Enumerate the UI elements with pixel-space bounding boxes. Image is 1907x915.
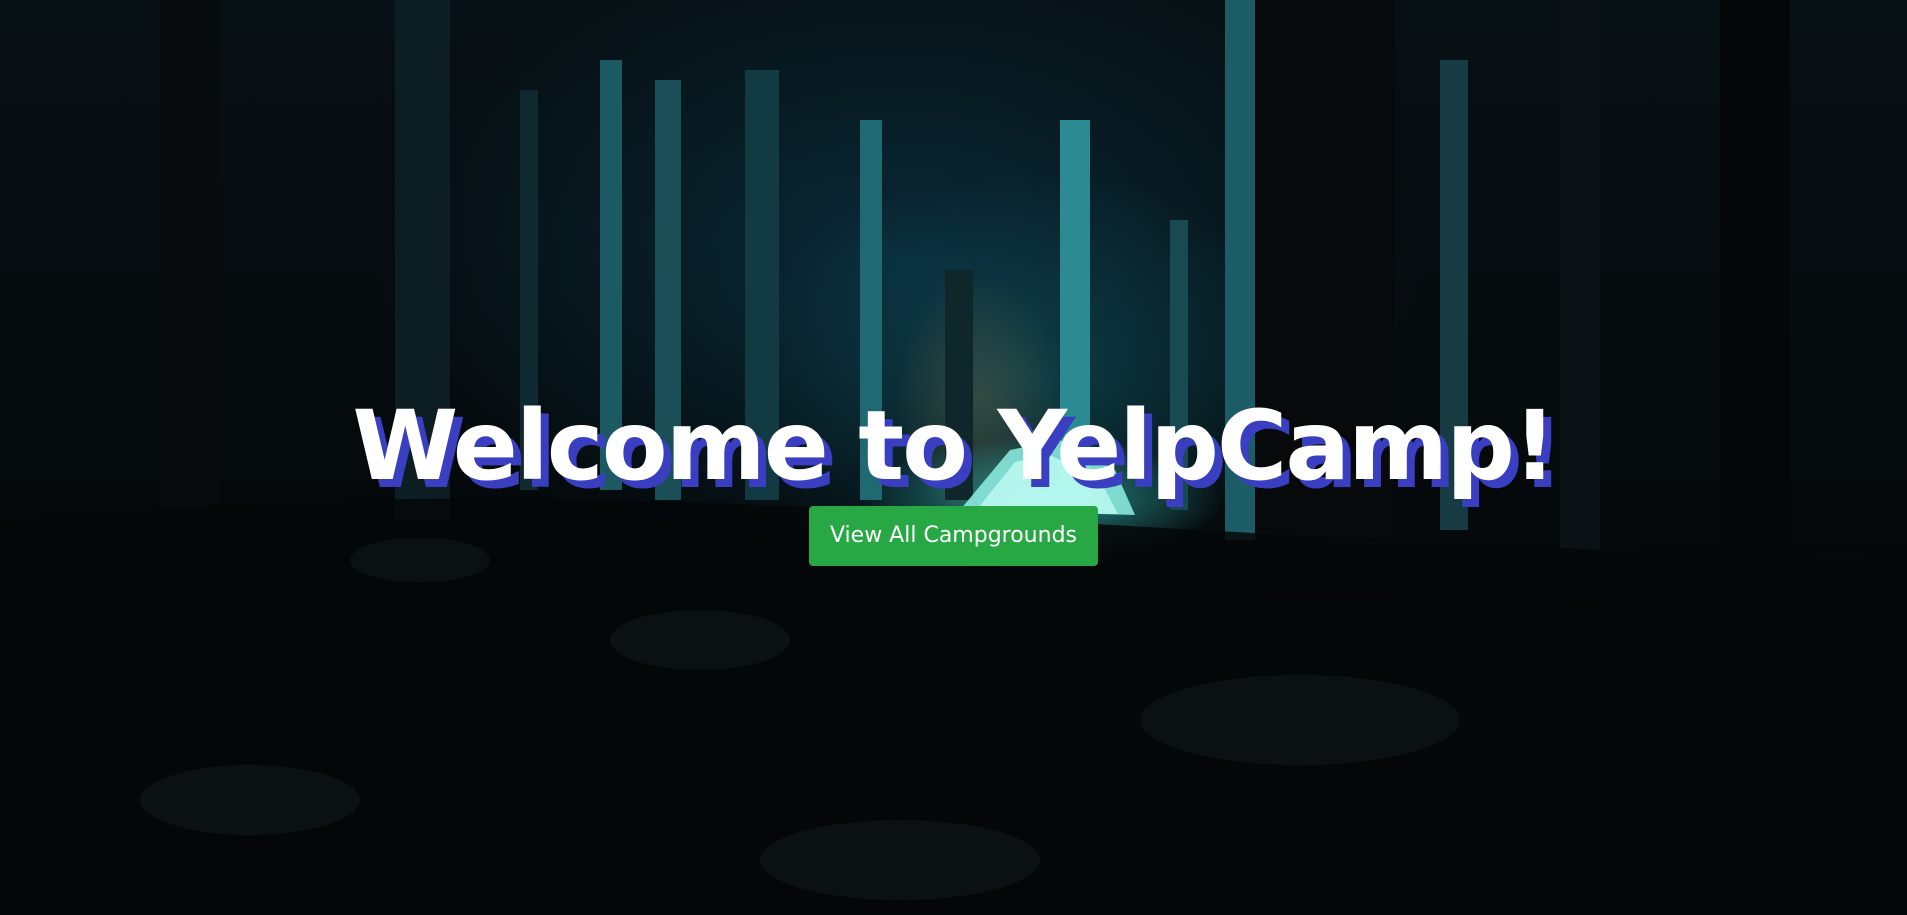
hero-section: Welcome to YelpCamp! View All Campground…: [0, 390, 1907, 566]
landing-page: Welcome to YelpCamp! View All Campground…: [0, 0, 1907, 915]
hero-title: Welcome to YelpCamp!: [352, 390, 1556, 502]
view-all-campgrounds-button[interactable]: View All Campgrounds: [808, 506, 1098, 566]
